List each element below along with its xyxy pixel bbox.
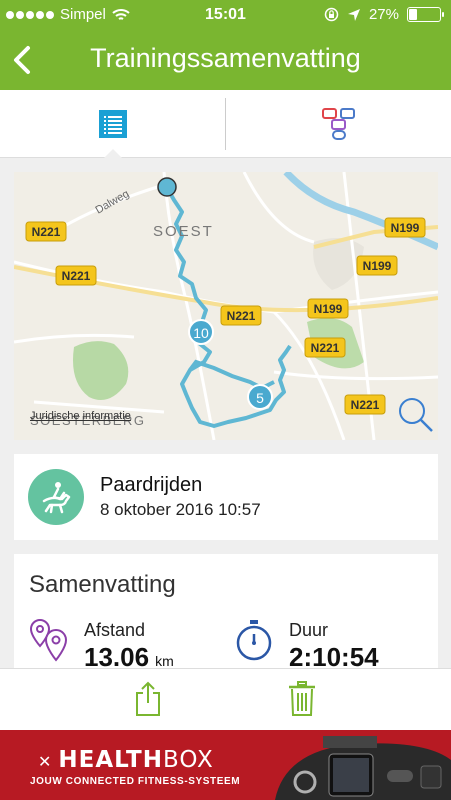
product-image <box>275 736 451 800</box>
svg-text:N221: N221 <box>351 398 380 412</box>
status-bar: Simpel 15:01 27% <box>0 0 451 30</box>
trash-icon <box>289 681 315 716</box>
road-badge: N221 <box>55 265 97 286</box>
duration-label: Duur <box>289 620 329 640</box>
km-marker: 10 <box>188 319 214 345</box>
chat-bubbles-icon <box>321 107 355 140</box>
view-tabs <box>0 90 451 158</box>
distance-unit: km <box>155 653 174 669</box>
map-pins-icon <box>29 618 68 662</box>
route-map[interactable]: 10 5 SOEST SOESTERBERG Dalweg N221 N221 … <box>14 172 438 440</box>
activity-card: Paardrijden 8 oktober 2016 10:57 <box>14 454 438 540</box>
svg-text:N221: N221 <box>32 225 61 239</box>
delete-button[interactable] <box>282 679 322 719</box>
orientation-lock-icon <box>324 7 339 22</box>
list-icon <box>98 109 127 138</box>
road-badge: N221 <box>25 221 67 242</box>
status-right: 27% <box>324 6 444 23</box>
magnifier-icon[interactable] <box>399 398 433 432</box>
svg-text:N199: N199 <box>363 259 392 273</box>
svg-text:N221: N221 <box>62 269 91 283</box>
road-badge: N221 <box>304 337 346 358</box>
distance-label: Afstand <box>84 620 146 640</box>
tab-list[interactable] <box>0 90 225 157</box>
road-badge: N199 <box>384 217 426 238</box>
location-arrow-icon <box>347 8 360 21</box>
activity-date: 8 oktober 2016 10:57 <box>100 500 261 519</box>
svg-text:N199: N199 <box>314 302 343 316</box>
km-marker: 5 <box>247 384 273 410</box>
activity-name: Paardrijden <box>100 474 203 496</box>
activity-avatar <box>28 469 84 525</box>
tab-chat[interactable] <box>226 90 451 157</box>
road-badge: N199 <box>356 255 398 276</box>
stopwatch-icon <box>236 620 272 661</box>
marker-label: 5 <box>256 390 264 406</box>
svg-text:N221: N221 <box>227 309 256 323</box>
ad-brand: ✕ HEALTHBOX <box>38 747 214 773</box>
road-badge: N221 <box>344 394 386 415</box>
battery-icon <box>407 7 444 22</box>
ad-banner[interactable]: ✕ HEALTHBOX JOUW CONNECTED FITNESS-SYSTEE… <box>0 730 451 800</box>
svg-text:N221: N221 <box>311 341 340 355</box>
page-title: Trainingssamenvatting <box>90 43 361 73</box>
battery-percent: 27% <box>368 6 399 23</box>
map-legal-link[interactable]: Juridische informatie <box>30 410 131 422</box>
ad-brand-sub: BOX <box>162 747 214 773</box>
tab-indicator <box>103 149 123 159</box>
road-badge: N221 <box>220 305 262 326</box>
action-bar <box>0 668 451 730</box>
summary-heading: Samenvatting <box>29 571 176 598</box>
horse-rider-icon <box>42 482 71 514</box>
nav-bar: Trainingssamenvatting <box>0 30 451 90</box>
start-marker <box>157 177 177 197</box>
under-armour-logo-icon: ✕ <box>38 752 53 771</box>
share-button[interactable] <box>128 679 168 719</box>
road-badge: N199 <box>307 298 349 319</box>
marker-label: 10 <box>193 325 209 341</box>
svg-text:N199: N199 <box>391 221 420 235</box>
place-label: SOEST <box>153 223 214 240</box>
ad-brand-main: HEALTH <box>58 747 163 773</box>
ad-tagline: JOUW CONNECTED FITNESS-SYSTEEM <box>30 776 241 787</box>
share-icon <box>136 681 160 716</box>
summary-card: Samenvatting Afstand 13.06 km Duur 2:10:5… <box>14 554 438 684</box>
map-canvas: 10 5 SOEST SOESTERBERG Dalweg N221 N221 … <box>14 172 438 440</box>
street-label: Dalweg <box>94 188 132 217</box>
